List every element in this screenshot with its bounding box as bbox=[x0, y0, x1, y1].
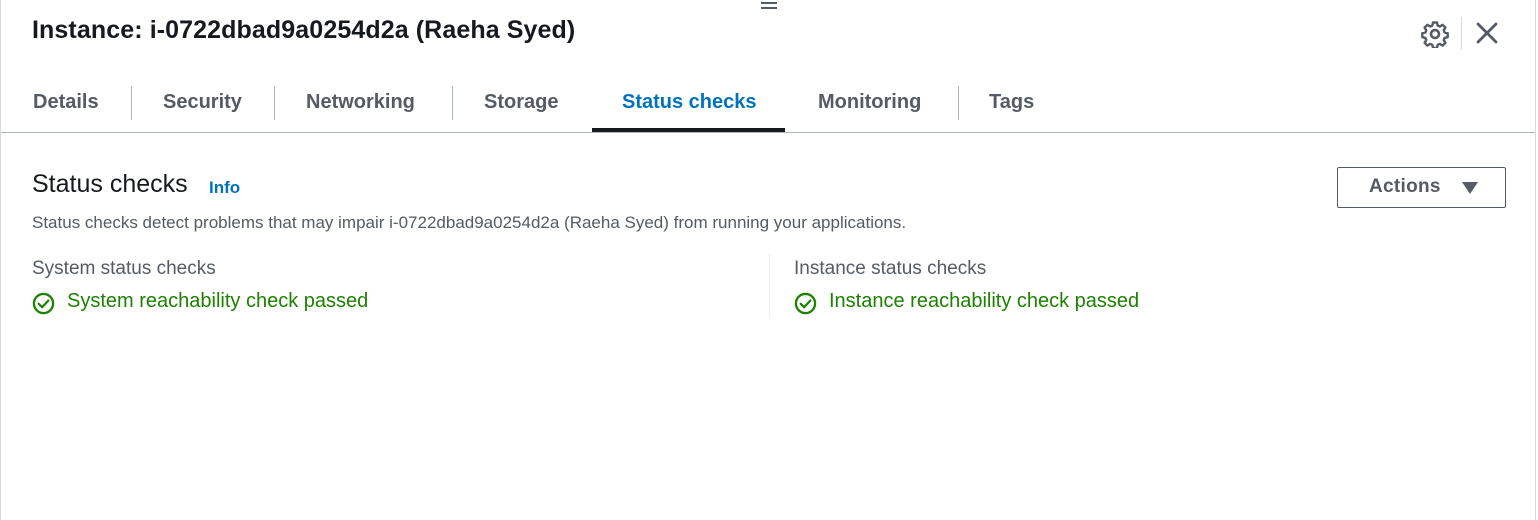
tab-security[interactable]: Security bbox=[163, 80, 242, 130]
page-title: Instance: i-0722dbad9a0254d2a (Raeha Sye… bbox=[32, 16, 576, 44]
system-reachability-text: System reachability check passed bbox=[67, 290, 369, 312]
tab-divider bbox=[274, 86, 275, 120]
tab-storage[interactable]: Storage bbox=[484, 80, 558, 130]
check-circle-icon bbox=[32, 292, 55, 315]
caret-down-icon bbox=[1462, 182, 1478, 194]
tab-divider bbox=[131, 86, 132, 120]
check-circle-icon bbox=[794, 292, 817, 315]
section-title: Status checks bbox=[32, 170, 188, 198]
tab-bar: Details Security Networking Storage Stat… bbox=[1, 80, 1535, 133]
tab-monitoring[interactable]: Monitoring bbox=[818, 80, 921, 130]
tab-tags[interactable]: Tags bbox=[989, 80, 1034, 130]
active-tab-indicator bbox=[592, 128, 785, 132]
instance-reachability-text: Instance reachability check passed bbox=[829, 290, 1140, 312]
gear-icon[interactable] bbox=[1421, 20, 1449, 50]
tab-details[interactable]: Details bbox=[33, 80, 99, 130]
close-icon[interactable] bbox=[1473, 19, 1501, 47]
tab-divider bbox=[958, 86, 959, 120]
actions-button-label: Actions bbox=[1369, 176, 1441, 197]
section-description: Status checks detect problems that may i… bbox=[32, 213, 907, 232]
system-status-checks-label: System status checks bbox=[32, 258, 216, 279]
column-divider bbox=[769, 254, 770, 318]
tab-networking[interactable]: Networking bbox=[306, 80, 415, 130]
drag-handle-icon[interactable] bbox=[760, 2, 778, 12]
header-divider bbox=[1461, 17, 1462, 49]
instance-status-checks-label: Instance status checks bbox=[794, 258, 987, 279]
actions-button[interactable]: Actions bbox=[1337, 167, 1506, 208]
info-link[interactable]: Info bbox=[209, 178, 240, 198]
instance-detail-panel: Instance: i-0722dbad9a0254d2a (Raeha Sye… bbox=[0, 0, 1536, 520]
tab-status-checks[interactable]: Status checks bbox=[622, 80, 757, 130]
tab-divider bbox=[452, 86, 453, 120]
